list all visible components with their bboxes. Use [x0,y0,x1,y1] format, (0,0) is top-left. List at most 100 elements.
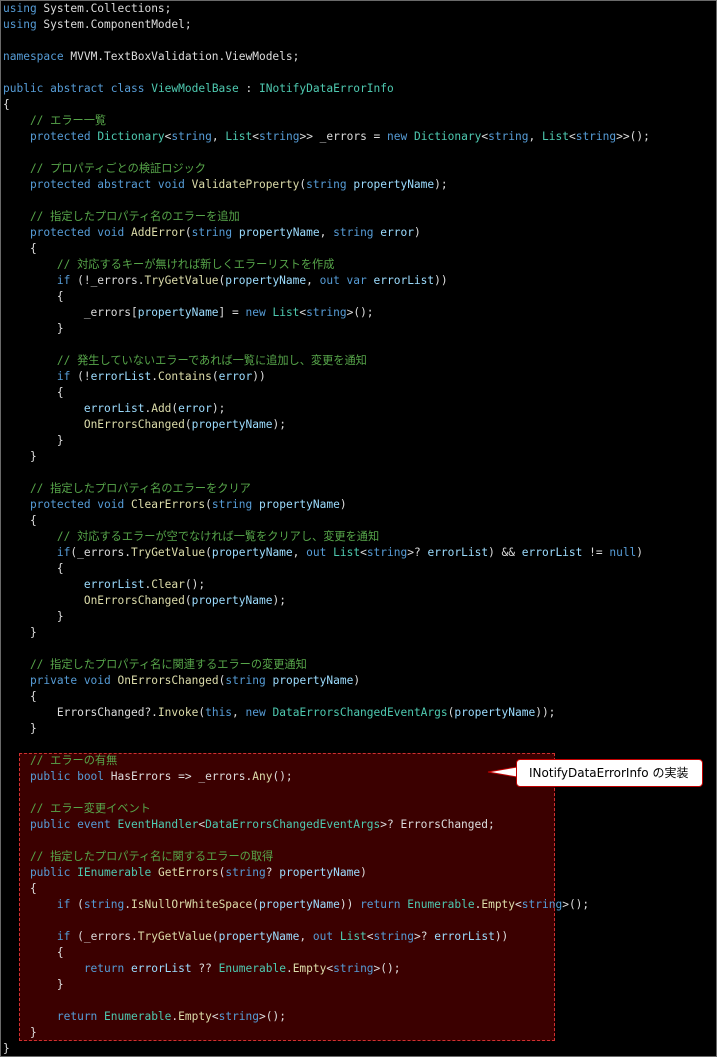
code-token: // プロパティごとの検証ロジック [3,162,206,175]
code-line: } [3,321,64,337]
code-token: ViewModelBase [151,82,239,95]
code-token: protected [3,130,91,143]
code-line: if (string.IsNullOrWhiteSpace(propertyNa… [3,897,589,913]
code-token: errorList [131,962,192,975]
code-token: , [292,546,307,559]
code-token: ( [211,930,219,943]
code-line: protected void ClearErrors(string proper… [3,497,347,513]
code-token: ) [413,226,421,239]
code-token: errorList [434,930,495,943]
code-token: Any [252,770,273,783]
code-token: ) [339,498,347,511]
code-token: OnErrorsChanged [117,674,219,687]
code-line: { [3,689,37,705]
code-token: , [299,930,313,943]
code-line: if (!errorList.Contains(error)) [3,369,266,385]
code-line: // エラー一覧 [3,113,106,129]
code-token: string [218,1010,260,1023]
code-token: System.ComponentModel; [36,18,192,31]
code-token: protected void [3,226,125,239]
code-token: propertyName [191,594,273,607]
code-token: Empty [292,962,327,975]
code-token: Dictionary [413,130,482,143]
code-token: error [218,370,253,383]
code-token: return [3,1010,98,1023]
code-token: Clear [151,578,185,591]
code-line: } [3,1025,37,1041]
code-line: // 対応するキーが無ければ新しくエラーリストを作成 [3,257,335,273]
code-token: { [3,946,64,959]
code-token: { [3,98,10,111]
code-token: ValidateProperty [191,178,300,191]
code-token: using [3,2,37,15]
code-line: protected Dictionary<string, List<string… [3,129,650,145]
code-line: { [3,241,37,257]
code-token: errorList [90,370,152,383]
code-token: < [568,130,576,143]
code-token: List [225,130,253,143]
code-line: } [3,433,64,449]
code-token: } [3,450,37,463]
code-line: if (_errors.TryGetValue(propertyName, ou… [3,929,508,945]
code-token: DataErrorsChangedEventArgs [272,706,448,719]
code-token: (); [184,578,206,591]
code-token: < [515,898,522,911]
code-line: _errors[propertyName] = new List<string>… [3,305,374,321]
code-line: return Enumerable.Empty<string>(); [3,1009,286,1025]
code-line: { [3,289,64,305]
code-token: >(); [373,962,401,975]
code-token: protected abstract void [3,178,185,191]
code-token: )) [252,370,266,383]
code-line: } [3,609,64,625]
code-token: string [171,130,212,143]
code-token: , [528,130,542,143]
code-token: { [3,242,37,255]
code-line: } [3,977,64,993]
code-line: errorList.Add(error); [3,401,226,417]
code-token: propertyName [191,418,273,431]
code-token: ClearErrors [131,498,206,511]
code-token: } [3,322,64,335]
code-token: errorList [427,546,489,559]
code-token: } [3,626,37,639]
code-token: } [3,610,64,623]
code-token: _errors[ [3,306,138,319]
code-token: . [151,370,158,383]
code-line: // 指定したプロパティ名のエラーをクリア [3,481,251,497]
code-token: ( [184,226,192,239]
code-token: >(); [562,898,590,911]
code-token: this [205,706,233,719]
code-token: new [387,130,408,143]
code-token: } [3,978,64,991]
code-token: string [191,226,233,239]
code-line: } [3,1041,10,1057]
code-token: >>(); [616,130,650,143]
code-token: } [3,1042,10,1055]
code-token: (_errors. [70,930,138,943]
code-token: ) && [488,546,522,559]
code-line: protected abstract void ValidateProperty… [3,177,448,193]
code-token: >? [413,930,435,943]
code-token: if [3,274,71,287]
code-editor[interactable]: using System.Collections; using System.Co… [0,0,717,1057]
code-token: System.Collections; [36,2,172,15]
code-token: } [3,434,64,447]
code-token: , [306,274,320,287]
code-token: )) [434,274,448,287]
code-token: { [3,386,64,399]
code-token: ( [252,898,260,911]
code-token: Dictionary [97,130,165,143]
code-token: string [333,962,374,975]
code-line: public event EventHandler<DataErrorsChan… [3,817,495,833]
code-token: GetErrors [157,866,219,879]
code-line: // 指定したプロパティ名のエラーを追加 [3,209,240,225]
code-token: : [238,82,259,95]
